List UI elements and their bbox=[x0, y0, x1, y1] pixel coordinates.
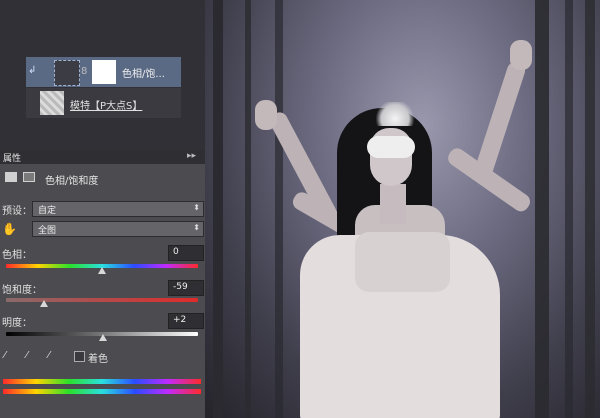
layers-panel: ↲ 8 色相/饱... 模特【P大点S】 bbox=[0, 0, 205, 150]
left-hand bbox=[255, 100, 277, 130]
saturation-label: 饱和度： bbox=[2, 285, 42, 296]
channel-value: 全图 bbox=[38, 226, 57, 236]
preset-label: 预设： bbox=[2, 206, 32, 217]
tiara bbox=[373, 102, 417, 126]
saturation-value-field[interactable]: -59 bbox=[168, 280, 204, 296]
preset-value: 自定 bbox=[38, 206, 57, 216]
colorize-checkbox[interactable] bbox=[74, 351, 85, 362]
saturation-slider-track[interactable] bbox=[6, 298, 198, 302]
link-icon[interactable]: 8 bbox=[81, 66, 87, 77]
masquerade-mask bbox=[367, 136, 415, 158]
mask-icon[interactable] bbox=[23, 172, 35, 182]
eyedropper-icon[interactable]: ⁄ bbox=[4, 350, 6, 361]
panel-title: 属性 bbox=[3, 154, 22, 164]
lightness-value: +2 bbox=[173, 315, 187, 325]
right-hand bbox=[510, 40, 532, 70]
color-spectrum-bar bbox=[3, 379, 201, 384]
adjustment-header: 色相/饱和度 bbox=[3, 170, 203, 187]
neck bbox=[380, 184, 406, 224]
eyedropper-minus-icon[interactable]: ⁄ bbox=[48, 350, 50, 361]
layer-row-hue-saturation[interactable]: ↲ 8 色相/饱... bbox=[26, 57, 181, 87]
tree-trunk bbox=[565, 0, 573, 418]
lightness-label: 明度： bbox=[2, 318, 32, 329]
tree-trunk bbox=[245, 0, 251, 418]
tree-trunk bbox=[213, 0, 223, 418]
hue-value: 0 bbox=[173, 247, 179, 257]
visibility-icon[interactable]: ↲ bbox=[28, 65, 36, 76]
tree-trunk bbox=[275, 0, 283, 418]
layer-name-hue-saturation: 色相/饱... bbox=[122, 69, 165, 80]
layer-mask-icon[interactable] bbox=[92, 60, 116, 84]
adjustment-title: 色相/饱和度 bbox=[45, 176, 99, 187]
tree-trunk bbox=[585, 0, 595, 418]
layer-thumbnail[interactable] bbox=[40, 91, 64, 115]
collapse-icon[interactable]: ▸▸ bbox=[187, 151, 196, 161]
layer-row-model[interactable]: 模特【P大点S】 bbox=[26, 88, 181, 118]
lightness-value-field[interactable]: +2 bbox=[168, 313, 204, 329]
channel-select[interactable]: 全图 ⬍ bbox=[32, 221, 204, 237]
chevron-icon: ⬍ bbox=[193, 223, 200, 232]
hue-saturation-icon bbox=[5, 172, 17, 182]
dress-bodice bbox=[355, 232, 450, 292]
hand-tool-icon[interactable]: ✋ bbox=[2, 222, 17, 236]
hue-value-field[interactable]: 0 bbox=[168, 245, 204, 261]
hue-label: 色相： bbox=[2, 250, 32, 261]
color-spectrum-bar-adjusted bbox=[3, 389, 201, 394]
properties-panel: 属性 ▸▸ 色相/饱和度 预设： 自定 ⬍ ✋ 全图 ⬍ 色相： 0 饱和度： … bbox=[0, 150, 205, 418]
saturation-slider-thumb[interactable] bbox=[40, 300, 48, 307]
properties-header: 属性 ▸▸ bbox=[0, 150, 205, 164]
layer-name-model: 模特【P大点S】 bbox=[70, 101, 143, 112]
eyedropper-plus-icon[interactable]: ⁄ bbox=[26, 350, 28, 361]
lightness-slider-thumb[interactable] bbox=[99, 334, 107, 341]
preset-select[interactable]: 自定 ⬍ bbox=[32, 201, 204, 217]
adjustment-thumbnail-icon[interactable] bbox=[54, 60, 80, 86]
right-upper-arm bbox=[472, 60, 528, 180]
hue-slider-thumb[interactable] bbox=[98, 267, 106, 274]
colorize-label: 着色 bbox=[88, 354, 108, 365]
chevron-icon: ⬍ bbox=[193, 203, 200, 212]
tree-trunk bbox=[535, 0, 549, 418]
saturation-value: -59 bbox=[173, 282, 188, 292]
canvas-photo bbox=[205, 0, 600, 418]
